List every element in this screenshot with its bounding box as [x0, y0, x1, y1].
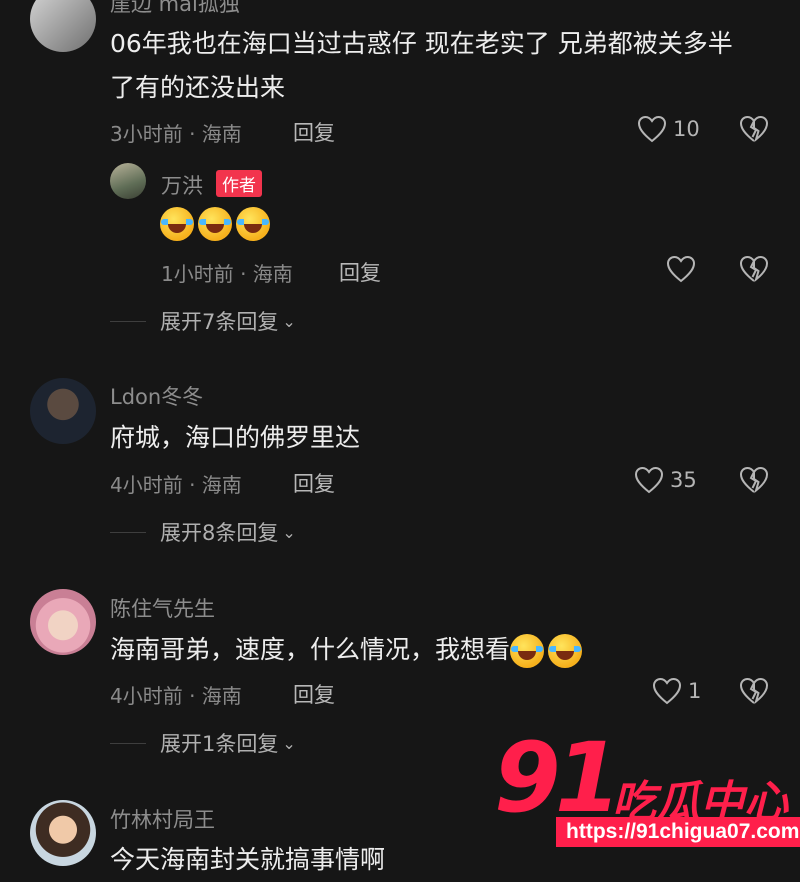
heart-icon [637, 115, 667, 143]
reply-meta: 1小时前 · 海南 [161, 262, 293, 286]
reply-emoji-row [160, 207, 274, 241]
comment-text-body: 海南哥弟，速度，什么情况，我想看 [110, 635, 511, 664]
crying-laughing-emoji-icon [236, 207, 270, 241]
chevron-down-icon: ⌄ [282, 733, 296, 753]
comment-text: 06年我也在海口当过古惑仔 现在老实了 兄弟都被关多半 了有的还没出来 [110, 22, 780, 110]
like-button[interactable]: 1 [652, 677, 701, 705]
expand-replies-label: 展开8条回复 [160, 521, 279, 545]
divider [110, 742, 146, 744]
comment-author[interactable]: 竹林村局王 [110, 804, 215, 834]
dislike-button[interactable] [739, 255, 769, 287]
like-count: 10 [673, 117, 700, 141]
comment-author[interactable]: 崖边 mai孤独 [110, 0, 240, 18]
comment-text: 海南哥弟，速度，什么情况，我想看 [110, 628, 586, 672]
divider [110, 531, 146, 533]
dislike-button[interactable] [739, 466, 769, 498]
reply-button[interactable]: 回复 [293, 679, 335, 709]
comment-text-line: 06年我也在海口当过古惑仔 现在老实了 兄弟都被关多半 [110, 29, 733, 58]
heart-icon [652, 677, 682, 705]
avatar[interactable] [30, 378, 96, 444]
comment-meta: 4小时前 · 海南 [110, 473, 242, 497]
chevron-down-icon: ⌄ [282, 522, 296, 542]
divider [110, 320, 146, 322]
comment-text-line: 了有的还没出来 [110, 73, 286, 102]
comment-author[interactable]: Ldon冬冬 [110, 381, 203, 411]
broken-heart-icon [739, 255, 769, 283]
dislike-button[interactable] [739, 677, 769, 709]
chevron-down-icon: ⌄ [282, 311, 296, 331]
reply-button[interactable]: 回复 [293, 468, 335, 498]
expand-replies-label: 展开1条回复 [160, 732, 279, 756]
like-button[interactable]: 10 [637, 115, 700, 143]
expand-replies-button[interactable]: 展开7条回复 ⌄ [110, 306, 296, 336]
comment-author[interactable]: 陈住气先生 [110, 593, 215, 623]
avatar[interactable] [30, 800, 96, 866]
author-badge: 作者 [216, 170, 262, 197]
crying-laughing-emoji-icon [160, 207, 194, 241]
reply-button[interactable]: 回复 [339, 257, 381, 287]
avatar[interactable] [110, 163, 146, 199]
expand-replies-button[interactable]: 展开1条回复 ⌄ [110, 728, 296, 758]
dislike-button[interactable] [739, 115, 769, 147]
comment-meta: 3小时前 · 海南 [110, 122, 242, 146]
crying-laughing-emoji-icon [548, 634, 583, 668]
like-count: 35 [670, 468, 697, 492]
broken-heart-icon [739, 115, 769, 143]
comment-text: 府城，海口的佛罗里达 [110, 423, 361, 452]
comment-meta: 4小时前 · 海南 [110, 684, 242, 708]
avatar[interactable] [30, 0, 96, 52]
expand-replies-button[interactable]: 展开8条回复 ⌄ [110, 517, 296, 547]
crying-laughing-emoji-icon [510, 634, 545, 668]
like-button[interactable] [666, 255, 696, 283]
reply-button[interactable]: 回复 [293, 117, 335, 147]
like-count: 1 [688, 679, 702, 703]
avatar[interactable] [30, 589, 96, 655]
comment-text: 今天海南封关就搞事情啊 [110, 845, 386, 874]
crying-laughing-emoji-icon [198, 207, 232, 241]
heart-icon [634, 466, 664, 494]
like-button[interactable]: 35 [634, 466, 697, 494]
expand-replies-label: 展开7条回复 [160, 310, 279, 334]
reply-author[interactable]: 万洪 [161, 170, 203, 200]
broken-heart-icon [739, 677, 769, 705]
heart-icon [666, 255, 696, 283]
broken-heart-icon [739, 466, 769, 494]
watermark-url: https://91chigua07.com [556, 817, 800, 847]
